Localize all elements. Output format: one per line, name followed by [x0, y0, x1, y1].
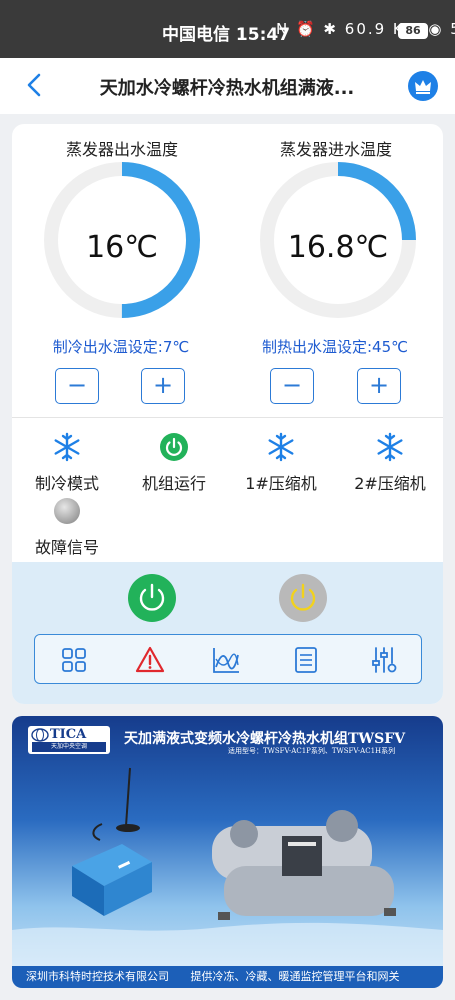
banner-footer: 深圳市科特时控技术有限公司 提供冷冻、冷藏、暖通监控管理平台和网关 — [12, 966, 443, 988]
crown-icon[interactable] — [408, 71, 438, 101]
heating-setpoint-decrease-button[interactable]: − — [270, 368, 314, 404]
fault-indicator-icon — [54, 498, 80, 524]
status-compressor-1: 1#压缩机 — [226, 432, 336, 494]
gauge-value-outlet: 16℃ — [86, 230, 158, 265]
snowflake-icon — [268, 432, 294, 462]
status-label: 2#压缩机 — [354, 474, 426, 493]
heating-setpoint-increase-button[interactable]: + — [357, 368, 401, 404]
carrier-time: 中国电信 15:47 — [162, 25, 291, 45]
battery-icon: 86 — [398, 23, 428, 39]
status-fault-signal: 故障信号 — [12, 496, 122, 558]
trend-chart-icon[interactable] — [211, 645, 241, 675]
status-label: 制冷模式 — [34, 474, 99, 493]
snowflake-icon — [54, 432, 80, 462]
power-on-icon — [160, 433, 188, 461]
status-icons: N ⏰ ✱ 60.9 K/s ◉ 5G — [276, 20, 455, 38]
system-status-bar: 中国电信 15:47 N ⏰ ✱ 60.9 K/s ◉ 5G 86 — [0, 0, 455, 58]
status-cooling-mode: 制冷模式 — [12, 432, 122, 494]
alarm-warning-icon[interactable] — [135, 645, 165, 675]
power-on-button[interactable] — [128, 574, 176, 622]
gauge-inlet-temp: 16.8℃ — [258, 160, 418, 320]
control-panel — [12, 562, 443, 704]
app-bar: 天加水冷螺杆冷热水机组满液... — [0, 58, 455, 114]
grid-icon[interactable] — [59, 645, 89, 675]
cooling-setpoint-increase-button[interactable]: + — [141, 368, 185, 404]
heating-setpoint: 制热出水温设定:45℃ — [262, 338, 408, 356]
cooling-setpoint: 制冷出水温设定:7℃ — [52, 338, 190, 356]
gauge-value-inlet: 16.8℃ — [287, 230, 389, 265]
gauge-label-inlet: 蒸发器进水温度 — [279, 140, 392, 159]
back-icon[interactable] — [22, 72, 48, 98]
product-banner[interactable]: TICA 天加中央空调 天加满液式变频水冷螺杆冷热水机组TWSFV 适用型号：T… — [12, 716, 443, 988]
equipment-illustration — [12, 767, 443, 966]
bottom-toolbar — [34, 634, 422, 684]
cooling-setpoint-decrease-button[interactable]: − — [55, 368, 99, 404]
snowflake-icon — [377, 432, 403, 462]
status-label: 机组运行 — [141, 474, 206, 493]
status-label: 故障信号 — [34, 538, 99, 557]
power-icon — [290, 583, 316, 611]
company-name: 深圳市科特时控技术有限公司 — [26, 970, 169, 983]
company-slogan: 提供冷冻、冷藏、暖通监控管理平台和网关 — [190, 970, 400, 983]
status-label: 1#压缩机 — [245, 474, 317, 493]
control-card: 蒸发器出水温度 16℃ 蒸发器进水温度 16.8℃ 制冷出水温设定:7℃ 制热出… — [12, 124, 443, 704]
gauge-label-outlet: 蒸发器出水温度 — [65, 140, 178, 159]
divider — [12, 417, 443, 418]
status-unit-running: 机组运行 — [119, 432, 229, 494]
power-icon — [139, 583, 165, 611]
gauge-outlet-temp: 16℃ — [42, 160, 202, 320]
status-compressor-2: 2#压缩机 — [335, 432, 443, 494]
power-off-button[interactable] — [279, 574, 327, 622]
page-title: 天加水冷螺杆冷热水机组满液... — [99, 78, 355, 99]
document-list-icon[interactable] — [291, 645, 321, 675]
settings-sliders-icon[interactable] — [369, 645, 399, 675]
